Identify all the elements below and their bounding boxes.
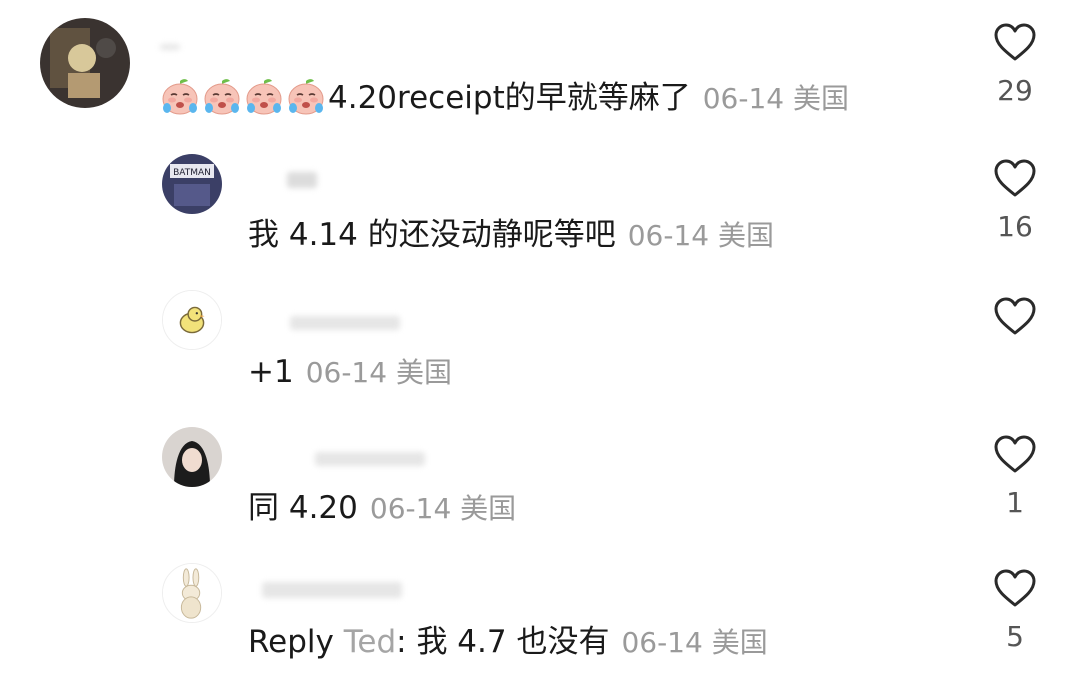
comment-text: +1 06-14 美国 [248,352,452,393]
like-control[interactable]: 5 [990,568,1040,652]
comment-date: 06-14 [627,219,710,252]
avatar[interactable]: BATMAN [162,154,222,214]
avatar[interactable] [162,563,222,623]
comment-body: 4.20receipt的早就等麻了 [328,80,691,116]
emoji-row [160,79,328,116]
comment-body: 我 4.14 的还没动静呢等吧 [248,217,616,253]
like-control[interactable] [990,296,1040,380]
heart-outline-icon[interactable] [993,158,1037,198]
like-count: 1 [1006,486,1024,519]
crying-peach-face-icon [204,79,240,115]
comment-date: 06-14 [305,356,388,389]
heart-outline-icon[interactable] [993,434,1037,474]
username[interactable] [315,452,425,466]
reply-prefix: Reply [248,624,334,660]
comment-text: Reply Ted: 我 4.7 也没有 06-14 美国 [248,622,768,663]
like-control[interactable]: 16 [990,158,1040,242]
heart-outline-icon[interactable] [993,296,1037,336]
comment-location: 美国 [793,82,850,115]
like-count: 5 [1006,620,1024,653]
crying-peach-face-icon [288,79,324,115]
comment-text: 同 4.20 06-14 美国 [248,488,516,529]
like-control[interactable]: 1 [990,434,1040,518]
avatar[interactable] [162,427,222,487]
comment-date: 06-14 [621,626,703,659]
comment-date: 06-14 [702,82,785,115]
heart-outline-icon[interactable] [993,568,1037,608]
username[interactable] [262,582,402,598]
reply-target-username[interactable]: Ted [344,624,396,660]
like-control[interactable]: 29 [990,22,1040,106]
like-count [990,350,1040,380]
heart-outline-icon[interactable] [993,22,1037,62]
comment-text: 4.20receipt的早就等麻了 06-14 美国 [160,78,849,119]
username[interactable] [160,44,180,50]
comment-body: 同 4.20 [248,490,358,526]
comment-body: : 我 4.7 也没有 [396,624,610,660]
avatar-text: BATMAN [173,168,211,178]
crying-peach-face-icon [246,79,282,115]
crying-peach-face-icon [162,79,198,115]
avatar[interactable] [162,290,222,350]
comment-location: 美国 [711,626,768,659]
like-count: 29 [997,74,1033,107]
like-count: 16 [997,210,1033,243]
comment-location: 美国 [395,356,452,389]
comment-location: 美国 [718,219,775,252]
comment-text: 我 4.14 的还没动静呢等吧 06-14 美国 [248,215,774,256]
username[interactable] [290,316,400,330]
comment-location: 美国 [460,492,517,525]
comment-date: 06-14 [369,492,452,525]
username[interactable] [287,172,317,188]
avatar[interactable] [40,18,130,108]
comment-body: +1 [248,354,294,390]
